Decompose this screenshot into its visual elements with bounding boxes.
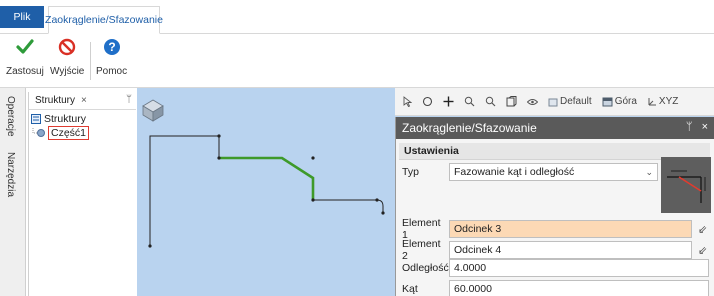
side-tab-tools[interactable]: Narzędzia bbox=[5, 152, 16, 197]
rotate-icon[interactable] bbox=[422, 96, 433, 107]
tree-item-part[interactable]: Część1 bbox=[29, 126, 136, 140]
zoom-window-icon[interactable] bbox=[485, 96, 496, 107]
tab-file[interactable]: Plik bbox=[0, 6, 44, 28]
element2-field[interactable]: Odcinek 4 bbox=[449, 241, 692, 259]
structure-panel-title: Struktury bbox=[35, 95, 76, 106]
type-label: Typ bbox=[402, 166, 419, 178]
pin-icon[interactable]: ᛘ bbox=[126, 94, 132, 105]
help-icon: ? bbox=[101, 36, 123, 58]
exit-label: Wyjście bbox=[50, 66, 85, 77]
pin-icon[interactable]: ᛘ bbox=[686, 121, 693, 133]
distance-row: Odległość 4.0000 bbox=[396, 259, 709, 277]
axes-icon bbox=[648, 97, 656, 105]
angle-row: Kąt 60.0000 bbox=[396, 280, 709, 296]
ribbon-tab-bar: Plik Zaokrąglenie/Sfazowanie bbox=[0, 0, 714, 34]
tree-item-structures[interactable]: Struktury bbox=[29, 112, 136, 126]
view-cube-small-icon[interactable] bbox=[506, 96, 517, 107]
ribbon-separator bbox=[90, 42, 91, 80]
coordinate-system-label: XYZ bbox=[658, 96, 679, 107]
zoom-in-icon[interactable] bbox=[464, 96, 475, 107]
close-icon[interactable]: × bbox=[81, 95, 87, 106]
select-icon[interactable] bbox=[403, 96, 412, 107]
chamfer-preview-image bbox=[661, 157, 711, 213]
structure-panel: Struktury × ᛘ Struktury Część1 bbox=[28, 92, 136, 296]
top-view-button[interactable]: Góra bbox=[602, 96, 637, 107]
pick-element-icon[interactable]: ⇙ bbox=[698, 244, 707, 257]
element1-field[interactable]: Odcinek 3 bbox=[449, 220, 692, 238]
tree-branch-icon bbox=[32, 128, 45, 137]
help-button[interactable]: ? Pomoc bbox=[96, 36, 127, 77]
top-view-label: Góra bbox=[614, 96, 637, 107]
close-icon[interactable]: × bbox=[702, 121, 708, 133]
angle-field[interactable]: 60.0000 bbox=[449, 280, 709, 296]
checkmark-icon bbox=[14, 36, 36, 58]
side-tab-strip: Operacje Narzędzia bbox=[0, 88, 26, 296]
dialog-controls: ᛘ × bbox=[686, 121, 708, 133]
pan-icon[interactable] bbox=[443, 96, 454, 107]
default-view-icon bbox=[548, 98, 558, 106]
chevron-down-icon: ⌄ bbox=[645, 167, 653, 177]
eye-icon[interactable] bbox=[527, 98, 538, 106]
tree-item-label: Struktury bbox=[44, 113, 87, 125]
default-view-label: Default bbox=[560, 96, 592, 107]
tab-fillet-chamfer[interactable]: Zaokrąglenie/Sfazowanie bbox=[45, 6, 163, 34]
app-window: Plik Zaokrąglenie/Sfazowanie Zastosuj Wy… bbox=[0, 0, 714, 296]
type-select-value: Fazowanie kąt i odległość bbox=[454, 166, 575, 178]
distance-label: Odległość bbox=[402, 262, 449, 274]
tree-item-label: Część1 bbox=[48, 126, 90, 140]
side-tab-operations[interactable]: Operacje bbox=[5, 96, 16, 137]
apply-label: Zastosuj bbox=[6, 66, 44, 77]
dialog-title-bar: Zaokrąglenie/Sfazowanie ᛘ × bbox=[396, 117, 714, 139]
coordinate-system-button[interactable]: XYZ bbox=[647, 96, 678, 107]
cancel-icon bbox=[56, 36, 78, 58]
distance-field[interactable]: 4.0000 bbox=[449, 259, 709, 277]
dialog-title: Zaokrąglenie/Sfazowanie bbox=[402, 121, 537, 135]
help-label: Pomoc bbox=[96, 66, 128, 77]
exit-button[interactable]: Wyjście bbox=[50, 36, 84, 77]
fillet-chamfer-dialog: Zaokrąglenie/Sfazowanie ᛘ × Ustawienia T… bbox=[395, 117, 714, 296]
pick-element-icon[interactable]: ⇙ bbox=[698, 223, 707, 236]
type-select[interactable]: Fazowanie kąt i odległość ⌄ bbox=[449, 163, 658, 181]
type-row: Typ Fazowanie kąt i odległość ⌄ bbox=[396, 163, 658, 181]
default-view-button[interactable]: Default bbox=[548, 96, 592, 107]
svg-text:?: ? bbox=[108, 40, 115, 54]
apply-button[interactable]: Zastosuj bbox=[6, 36, 44, 77]
angle-label: Kąt bbox=[402, 283, 418, 295]
selected-segment bbox=[219, 156, 315, 200]
structure-panel-header: Struktury × ᛘ bbox=[29, 92, 136, 110]
structure-icon bbox=[31, 114, 41, 124]
view-toolbar: Default Góra XYZ bbox=[395, 88, 714, 116]
ribbon-command-bar: Zastosuj Wyjście ? Pomoc bbox=[0, 34, 714, 88]
view-cube-icon bbox=[142, 99, 164, 122]
top-view-icon bbox=[602, 97, 613, 106]
